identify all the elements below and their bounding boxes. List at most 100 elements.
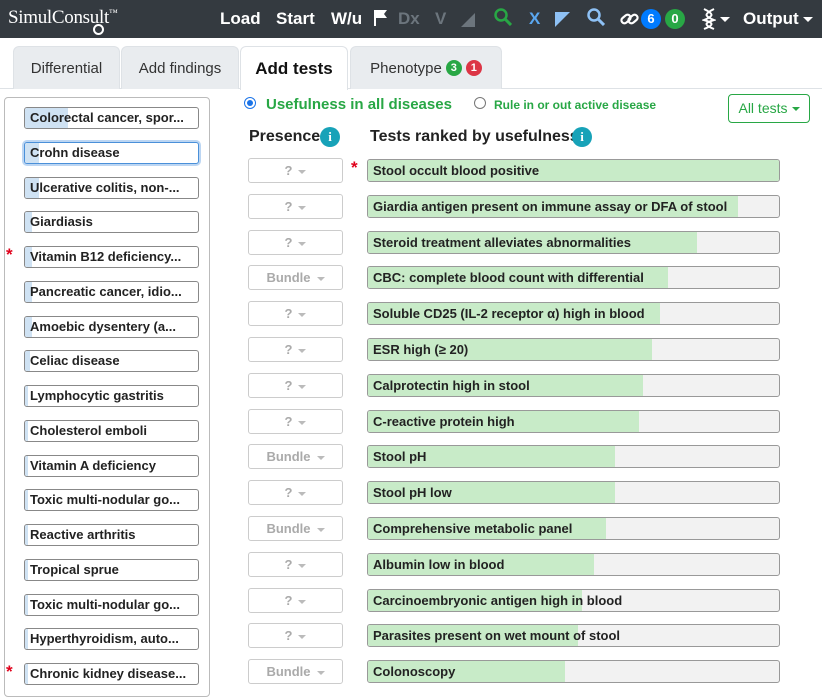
v-button[interactable]: V xyxy=(435,9,446,29)
disease-item[interactable]: Colorectal cancer, spor... xyxy=(24,107,199,129)
presence-value: ? xyxy=(284,199,293,214)
test-item[interactable]: Colonoscopy xyxy=(367,660,780,683)
test-item[interactable]: Soluble CD25 (IL-2 receptor α) high in b… xyxy=(367,302,780,325)
presence-caret xyxy=(298,420,307,425)
test-label: Stool pH low xyxy=(373,485,452,500)
presence-dropdown[interactable]: Bundle xyxy=(248,444,343,469)
disease-item[interactable]: Toxic multi-nodular go... xyxy=(24,489,199,511)
test-item[interactable]: Parasites present on wet mount of stool xyxy=(367,624,780,647)
load-button[interactable]: Load xyxy=(220,9,261,29)
disease-item[interactable]: Pancreatic cancer, idio... xyxy=(24,281,199,303)
presence-value: ? xyxy=(284,378,293,393)
presence-dropdown[interactable]: ? xyxy=(248,194,343,219)
disease-label: Toxic multi-nodular go... xyxy=(30,492,180,507)
presence-dropdown[interactable]: ? xyxy=(248,552,343,577)
test-item[interactable]: CBC: complete blood count with different… xyxy=(367,266,780,289)
disease-item[interactable]: Vitamin B12 deficiency... xyxy=(24,246,199,268)
wu-button[interactable]: W/u xyxy=(331,9,362,29)
test-star-icon: * xyxy=(351,158,358,177)
tab-add-findings[interactable]: Add findings xyxy=(121,46,239,89)
presence-dropdown[interactable]: Bundle xyxy=(248,265,343,290)
test-label: Steroid treatment alleviates abnormaliti… xyxy=(373,235,631,250)
all-tests-dropdown[interactable]: All tests xyxy=(728,94,810,123)
presence-dropdown[interactable]: ? xyxy=(248,230,343,255)
logo[interactable]: SimulConsult™ xyxy=(8,7,118,35)
test-item[interactable]: Calprotectin high in stool xyxy=(367,374,780,397)
triangle-dim-icon[interactable] xyxy=(461,11,475,32)
disease-item[interactable]: Cholesterol emboli xyxy=(24,420,199,442)
disease-item[interactable]: Reactive arthritis xyxy=(24,524,199,546)
test-label: Soluble CD25 (IL-2 receptor α) high in b… xyxy=(373,306,645,321)
tests-info-icon[interactable]: i xyxy=(572,127,592,147)
presence-dropdown[interactable]: Bundle xyxy=(248,659,343,684)
presence-dropdown[interactable]: ? xyxy=(248,337,343,362)
presence-caret xyxy=(298,384,307,389)
presence-dropdown[interactable]: ? xyxy=(248,480,343,505)
presence-value: Bundle xyxy=(266,270,311,285)
test-item[interactable]: Carcinoembryonic antigen high in blood xyxy=(367,589,780,612)
disease-item[interactable]: Chronic kidney disease... xyxy=(24,663,199,685)
disease-label: Reactive arthritis xyxy=(30,527,136,542)
presence-value: ? xyxy=(284,414,293,429)
disease-label: Pancreatic cancer, idio... xyxy=(30,284,182,299)
disease-label: Vitamin A deficiency xyxy=(30,458,156,473)
disease-item[interactable]: Giardiasis xyxy=(24,211,199,233)
disease-item[interactable]: Amoebic dysentery (a... xyxy=(24,316,199,338)
disease-item[interactable]: Celiac disease xyxy=(24,350,199,372)
link-icon[interactable] xyxy=(620,10,640,33)
presence-dropdown[interactable]: ? xyxy=(248,409,343,434)
tab-phenotype[interactable]: Phenotype 3 1 xyxy=(350,46,502,89)
all-tests-label: All tests xyxy=(738,100,788,116)
dx-button[interactable]: Dx xyxy=(398,9,420,29)
disease-item[interactable]: Ulcerative colitis, non-... xyxy=(24,177,199,199)
presence-dropdown[interactable]: ? xyxy=(248,588,343,613)
presence-caret xyxy=(298,241,307,246)
test-item[interactable]: Stool pH xyxy=(367,445,780,468)
test-item[interactable]: Stool pH low xyxy=(367,481,780,504)
presence-caret xyxy=(316,455,325,460)
disease-item[interactable]: Lymphocytic gastritis xyxy=(24,385,199,407)
tab-add-tests[interactable]: Add tests xyxy=(240,46,348,90)
x-button[interactable]: X xyxy=(529,9,540,29)
badge-blue[interactable]: 6 xyxy=(641,9,661,29)
test-item[interactable]: Comprehensive metabolic panel xyxy=(367,517,780,540)
disease-label: Giardiasis xyxy=(30,214,93,229)
triangle-icon[interactable] xyxy=(555,11,570,32)
disease-item[interactable]: Crohn disease xyxy=(24,142,199,164)
disease-label: Cholesterol emboli xyxy=(30,423,148,438)
usefulness-all-radio[interactable] xyxy=(244,97,256,109)
test-item[interactable]: Albumin low in blood xyxy=(367,553,780,576)
all-tests-caret xyxy=(791,107,800,112)
search-icon[interactable] xyxy=(494,8,513,31)
presence-info-icon[interactable]: i xyxy=(320,127,340,147)
start-button[interactable]: Start xyxy=(276,9,315,29)
test-item[interactable]: Steroid treatment alleviates abnormaliti… xyxy=(367,231,780,254)
test-label: CBC: complete blood count with different… xyxy=(373,270,644,285)
rule-in-out-label[interactable]: Rule in or out active disease xyxy=(494,98,656,112)
tab-differential[interactable]: Differential xyxy=(13,46,120,89)
disease-item[interactable]: Vitamin A deficiency xyxy=(24,455,199,477)
disease-item[interactable]: Toxic multi-nodular go... xyxy=(24,594,199,616)
dna-icon[interactable] xyxy=(700,8,718,35)
presence-dropdown[interactable]: ? xyxy=(248,158,343,183)
usefulness-all-label[interactable]: Usefulness in all diseases xyxy=(266,96,452,113)
search-blue-icon[interactable] xyxy=(587,8,606,31)
presence-dropdown[interactable]: ? xyxy=(248,301,343,326)
presence-dropdown[interactable]: ? xyxy=(248,623,343,648)
rule-in-out-radio[interactable] xyxy=(474,97,486,109)
test-label: ESR high (≥ 20) xyxy=(373,342,469,357)
disease-item[interactable]: Hyperthyroidism, auto... xyxy=(24,628,199,650)
test-item[interactable]: Giardia antigen present on immune assay … xyxy=(367,195,780,218)
flag-icon[interactable] xyxy=(373,9,389,32)
disease-label: Crohn disease xyxy=(30,145,120,160)
test-item[interactable]: Stool occult blood positive xyxy=(367,159,780,182)
presence-header: Presence xyxy=(249,128,321,145)
output-menu[interactable]: Output xyxy=(743,9,813,29)
presence-dropdown[interactable]: ? xyxy=(248,373,343,398)
badge-green[interactable]: 0 xyxy=(665,9,685,29)
dna-dropdown-caret[interactable] xyxy=(720,17,730,22)
test-item[interactable]: ESR high (≥ 20) xyxy=(367,338,780,361)
test-item[interactable]: C-reactive protein high xyxy=(367,410,780,433)
presence-dropdown[interactable]: Bundle xyxy=(248,516,343,541)
disease-item[interactable]: Tropical sprue xyxy=(24,559,199,581)
